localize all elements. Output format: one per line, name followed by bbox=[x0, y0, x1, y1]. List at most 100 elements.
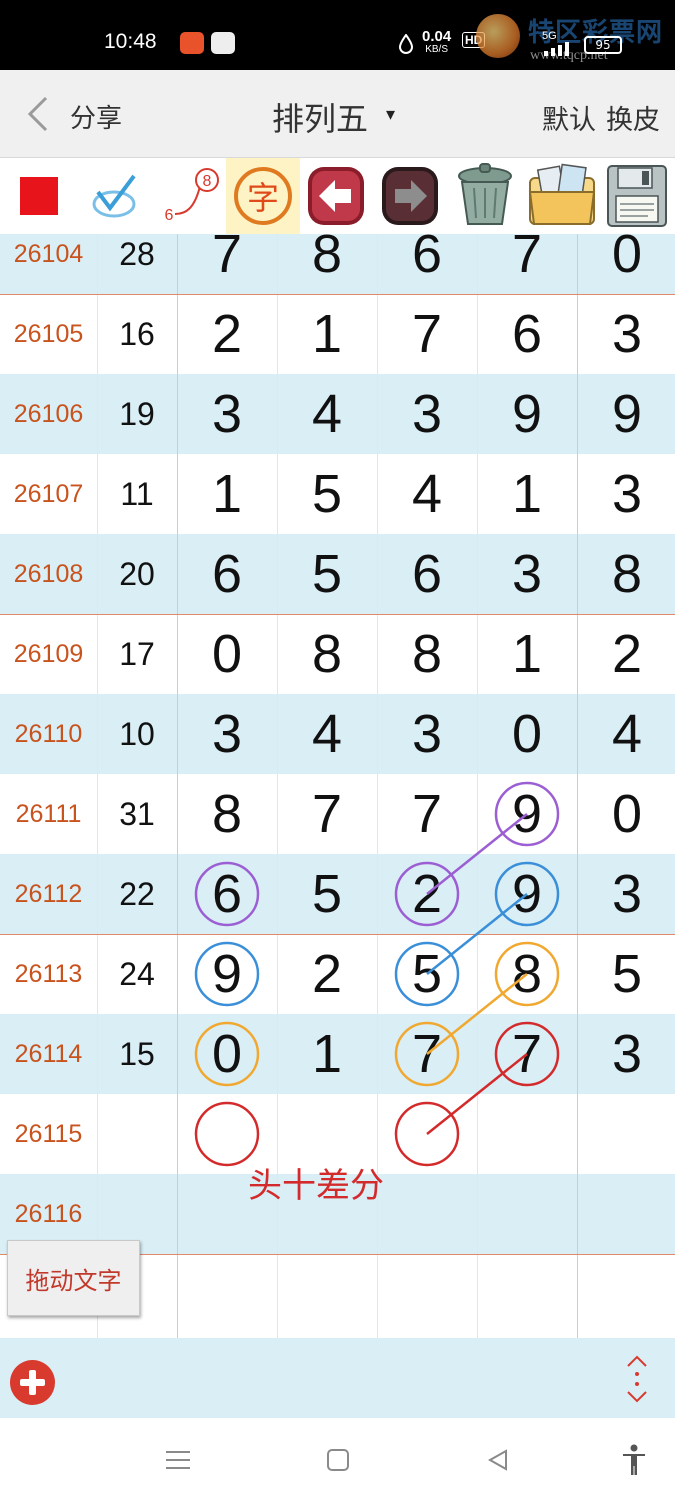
digit-cell[interactable]: 7 bbox=[377, 1014, 477, 1094]
digit-cell[interactable] bbox=[477, 1094, 577, 1174]
digit-cell[interactable]: 6 bbox=[377, 534, 477, 614]
digit-cell[interactable] bbox=[577, 1254, 675, 1334]
digit-cell[interactable]: 8 bbox=[477, 934, 577, 1014]
digit-cell[interactable]: 1 bbox=[177, 454, 277, 534]
status-bar: 10:48 0.04 KB/S HD 特区彩票网 www.tqcp.net 5G… bbox=[0, 0, 675, 70]
digit-cell[interactable] bbox=[577, 1094, 675, 1174]
digit-cell[interactable] bbox=[377, 1254, 477, 1334]
column-divider bbox=[177, 234, 178, 1338]
digit-cell[interactable]: 7 bbox=[377, 294, 477, 374]
digit-cell[interactable]: 4 bbox=[577, 694, 675, 774]
digit-cell[interactable] bbox=[277, 1254, 377, 1334]
digit-cell[interactable]: 1 bbox=[277, 1014, 377, 1094]
digit-cell[interactable]: 8 bbox=[277, 614, 377, 694]
digit-cell[interactable]: 1 bbox=[477, 614, 577, 694]
signal-strength-icon bbox=[544, 42, 569, 56]
digit-cell[interactable]: 3 bbox=[377, 694, 477, 774]
digit-cell[interactable]: 7 bbox=[477, 234, 577, 294]
digit-cell[interactable]: 3 bbox=[177, 694, 277, 774]
digit-cell[interactable]: 0 bbox=[177, 614, 277, 694]
digit-cell[interactable]: 2 bbox=[377, 854, 477, 934]
digit-cell[interactable]: 5 bbox=[277, 854, 377, 934]
digit-cell[interactable]: 5 bbox=[277, 454, 377, 534]
triangle-back-icon[interactable] bbox=[480, 1440, 516, 1480]
status-time: 10:48 bbox=[104, 30, 157, 53]
drag-text-button[interactable]: 拖动文字 bbox=[7, 1240, 140, 1316]
undo-arrow-icon[interactable] bbox=[302, 158, 370, 234]
digit-cell[interactable]: 2 bbox=[177, 294, 277, 374]
digit-cell[interactable]: 3 bbox=[577, 854, 675, 934]
digit-cell[interactable]: 3 bbox=[577, 1014, 675, 1094]
digit-cell[interactable] bbox=[377, 1094, 477, 1174]
digit-cell[interactable]: 5 bbox=[277, 534, 377, 614]
digit-cell[interactable] bbox=[377, 1174, 477, 1254]
share-button[interactable]: 分享 bbox=[70, 98, 122, 135]
vertical-resize-icon[interactable] bbox=[620, 1354, 654, 1406]
digit-cell[interactable]: 0 bbox=[577, 234, 675, 294]
digit-cell[interactable]: 4 bbox=[377, 454, 477, 534]
trash-can-icon[interactable] bbox=[448, 158, 522, 234]
digit-cell[interactable]: 2 bbox=[577, 614, 675, 694]
change-skin-button[interactable]: 换皮 bbox=[606, 98, 660, 137]
digit-cell[interactable]: 5 bbox=[577, 934, 675, 1014]
chevron-left-icon[interactable] bbox=[24, 96, 52, 132]
save-disk-icon[interactable] bbox=[600, 158, 674, 234]
digit-cell[interactable] bbox=[177, 1254, 277, 1334]
watermark: 特区彩票网 www.tqcp.net bbox=[470, 8, 670, 68]
digit-cell[interactable]: 8 bbox=[377, 614, 477, 694]
checkmark-pen-icon[interactable] bbox=[78, 158, 150, 234]
digit-cell[interactable]: 2 bbox=[277, 934, 377, 1014]
digit-cell[interactable] bbox=[577, 1174, 675, 1254]
table-row: 26112 22 6 5 2 9 3 bbox=[0, 854, 675, 934]
digit-cell[interactable]: 0 bbox=[177, 1014, 277, 1094]
page-title[interactable]: 排列五 bbox=[272, 94, 368, 140]
digit-cell[interactable]: 4 bbox=[277, 694, 377, 774]
plus-circle-icon[interactable] bbox=[10, 1360, 55, 1405]
digit-cell[interactable] bbox=[477, 1174, 577, 1254]
digit-cell[interactable]: 7 bbox=[377, 774, 477, 854]
photo-folder-icon[interactable] bbox=[524, 158, 600, 234]
red-square-icon[interactable] bbox=[4, 158, 74, 234]
digit-cell[interactable]: 3 bbox=[577, 454, 675, 534]
redo-arrow-icon[interactable] bbox=[374, 158, 446, 234]
accessibility-icon[interactable] bbox=[616, 1440, 652, 1480]
issue-number: 26110 bbox=[14, 719, 83, 748]
digit-cell[interactable]: 8 bbox=[177, 774, 277, 854]
menu-icon[interactable] bbox=[160, 1440, 196, 1480]
column-divider bbox=[577, 234, 578, 1338]
digit-cell[interactable]: 9 bbox=[477, 374, 577, 454]
home-square-icon[interactable] bbox=[320, 1440, 356, 1480]
digit-cell[interactable]: 9 bbox=[177, 934, 277, 1014]
digit-cell[interactable]: 9 bbox=[477, 854, 577, 934]
issue-number: 26113 bbox=[14, 959, 83, 988]
text-tool-icon[interactable]: 字 bbox=[226, 158, 300, 234]
digit-cell[interactable] bbox=[477, 1254, 577, 1334]
digit-cell[interactable]: 1 bbox=[477, 454, 577, 534]
digit-cell[interactable]: 3 bbox=[477, 534, 577, 614]
digit-cell[interactable]: 7 bbox=[177, 234, 277, 294]
digit-cell[interactable]: 0 bbox=[577, 774, 675, 854]
digit-cell[interactable]: 9 bbox=[477, 774, 577, 854]
digit-cell[interactable]: 1 bbox=[277, 294, 377, 374]
digit-cell[interactable]: 6 bbox=[477, 294, 577, 374]
digit-cell[interactable]: 7 bbox=[477, 1014, 577, 1094]
digit-cell[interactable]: 7 bbox=[277, 774, 377, 854]
digit-cell[interactable]: 9 bbox=[577, 374, 675, 454]
table-row: 26106 19 3 4 3 9 9 bbox=[0, 374, 675, 454]
digit-cell[interactable]: 4 bbox=[277, 374, 377, 454]
digit-sum: 10 bbox=[119, 715, 155, 752]
digit-cell[interactable]: 3 bbox=[577, 294, 675, 374]
connect-numbers-icon[interactable]: 8 6 bbox=[152, 158, 224, 234]
annotation-text[interactable]: 头十差分 bbox=[248, 1158, 384, 1207]
caret-down-icon[interactable]: ▾ bbox=[386, 104, 395, 125]
digit-cell[interactable]: 6 bbox=[177, 854, 277, 934]
digit-cell[interactable]: 6 bbox=[377, 234, 477, 294]
default-button[interactable]: 默认 bbox=[542, 98, 596, 137]
digit-cell[interactable]: 8 bbox=[577, 534, 675, 614]
digit-cell[interactable]: 6 bbox=[177, 534, 277, 614]
digit-cell[interactable]: 3 bbox=[177, 374, 277, 454]
digit-cell[interactable]: 0 bbox=[477, 694, 577, 774]
digit-cell[interactable]: 3 bbox=[377, 374, 477, 454]
digit-cell[interactable]: 8 bbox=[277, 234, 377, 294]
digit-cell[interactable]: 5 bbox=[377, 934, 477, 1014]
